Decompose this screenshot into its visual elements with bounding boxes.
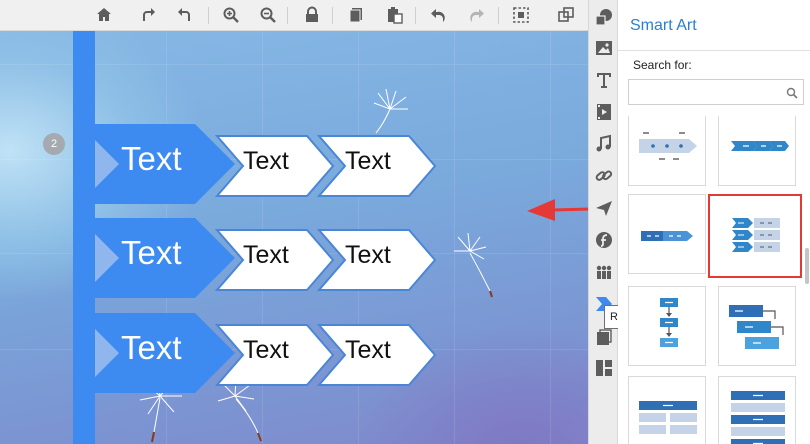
copy-icon[interactable] xyxy=(345,4,367,26)
group-icon[interactable] xyxy=(555,4,577,26)
sub-chevron-label[interactable]: Text xyxy=(345,241,391,270)
redo-rotate-icon[interactable] xyxy=(137,4,159,26)
flash-icon[interactable] xyxy=(592,228,616,252)
smart-art-row[interactable]: Text Text Text xyxy=(95,218,445,298)
sub-chevron-label[interactable]: Text xyxy=(243,241,289,270)
search-icon[interactable] xyxy=(786,86,798,104)
panel-title: Smart Art xyxy=(630,17,697,34)
main-chevron-label[interactable]: Text xyxy=(121,234,182,272)
smart-art-thumbnail[interactable] xyxy=(718,116,796,186)
lock-icon[interactable] xyxy=(301,4,323,26)
smart-art-thumbnail[interactable] xyxy=(628,116,706,186)
timeline-bar[interactable] xyxy=(73,31,95,444)
search-input[interactable] xyxy=(629,80,779,104)
zoom-in-icon[interactable] xyxy=(220,4,242,26)
slide-canvas[interactable]: 2 Text Text Text Text Text Text Text Tex… xyxy=(0,31,588,444)
image-icon[interactable] xyxy=(592,36,616,60)
layout-icon[interactable] xyxy=(592,356,616,380)
sub-chevron[interactable]: Text xyxy=(317,323,437,387)
smart-art-row[interactable]: Text Text Text xyxy=(95,124,445,204)
video-icon[interactable] xyxy=(592,100,616,124)
smart-art-thumbnail[interactable] xyxy=(628,376,706,444)
sub-chevron-label[interactable]: Text xyxy=(243,336,289,365)
smart-art-thumbnail[interactable] xyxy=(628,286,706,366)
smart-art-panel: Smart Art Search for: xyxy=(618,0,810,444)
smart-art-thumbnail[interactable] xyxy=(628,194,706,274)
music-icon[interactable] xyxy=(592,132,616,156)
undo-rotate-icon[interactable] xyxy=(174,4,196,26)
sub-chevron[interactable]: Text xyxy=(317,228,437,292)
redo-icon[interactable] xyxy=(466,4,488,26)
panel-scrollbar[interactable] xyxy=(805,248,809,284)
sub-chevron-label[interactable]: Text xyxy=(345,147,391,176)
smart-art-gallery xyxy=(618,116,810,444)
shapes-icon[interactable] xyxy=(592,5,616,29)
top-toolbar xyxy=(0,0,590,31)
page-icon[interactable] xyxy=(592,326,616,350)
link-icon[interactable] xyxy=(592,164,616,188)
plane-icon[interactable] xyxy=(592,196,616,220)
paste-icon[interactable] xyxy=(384,4,406,26)
smart-art-thumbnail-selected[interactable] xyxy=(708,194,802,278)
smart-art-row[interactable]: Text Text Text xyxy=(95,313,445,393)
select-icon[interactable] xyxy=(510,4,532,26)
zoom-out-icon[interactable] xyxy=(257,4,279,26)
text-icon[interactable] xyxy=(592,68,616,92)
search-box[interactable] xyxy=(628,79,804,105)
home-icon[interactable] xyxy=(93,4,115,26)
main-chevron-label[interactable]: Text xyxy=(121,329,182,367)
dandelion-decoration xyxy=(454,232,493,298)
smart-art-thumbnail[interactable] xyxy=(718,286,796,366)
sub-chevron-label[interactable]: Text xyxy=(243,147,289,176)
search-label: Search for: xyxy=(633,58,692,72)
roles-icon[interactable] xyxy=(592,260,616,284)
slide-number-badge: 2 xyxy=(43,133,65,155)
undo-icon[interactable] xyxy=(427,4,449,26)
insert-toolbar xyxy=(588,0,618,444)
main-chevron-label[interactable]: Text xyxy=(121,140,182,178)
sub-chevron[interactable]: Text xyxy=(317,134,437,198)
smart-art-thumbnail[interactable] xyxy=(718,376,796,444)
sub-chevron-label[interactable]: Text xyxy=(345,336,391,365)
